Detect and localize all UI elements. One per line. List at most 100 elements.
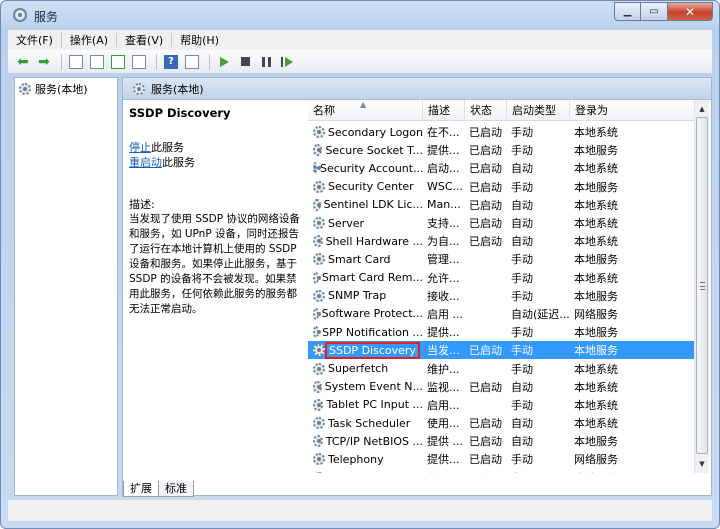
column-description[interactable]: 描述 <box>423 100 465 121</box>
service-rows: Secondary Logon 在不... 已启动 手动 本地系统 Secure Sock… <box>308 123 694 473</box>
service-name: Security Center <box>328 180 414 194</box>
tab-standard[interactable]: 标准 <box>158 481 194 497</box>
tree-item-services-local[interactable]: 服务(本地) <box>19 81 88 97</box>
restart-service-link[interactable]: 重启动 <box>129 156 162 169</box>
service-row[interactable]: Telephony 提供... 已启动 手动 网络服务 <box>308 450 694 468</box>
vertical-scrollbar[interactable]: ▲ ▼ <box>694 100 709 473</box>
service-name: Security Account... <box>320 161 423 175</box>
service-gear-icon <box>313 144 323 157</box>
service-row[interactable]: Superfetch 维护... 手动 本地系统 <box>308 359 694 377</box>
service-gear-icon <box>313 271 321 284</box>
service-row[interactable]: TCP/IP NetBIOS ... 提供 ... 已启动 自动 本地服务 <box>308 432 694 450</box>
service-gear-icon <box>313 198 321 211</box>
service-logon: 本地服务 <box>574 326 618 340</box>
service-name: SNMP Trap <box>328 289 387 303</box>
forward-arrow-icon[interactable]: ➡ <box>35 53 53 71</box>
column-startup-type[interactable]: 启动类型 <box>507 100 570 121</box>
service-name-cell: TCP/IP NetBIOS ... <box>308 435 423 448</box>
service-logon: 本地服务 <box>574 253 618 267</box>
window-controls: ▁ ▭ ✕ <box>614 2 713 21</box>
service-name-cell: Task Scheduler <box>308 417 423 430</box>
console-tree-icon[interactable] <box>67 53 85 71</box>
details-header-label: 服务(本地) <box>151 82 204 96</box>
view-tabs: 扩展 标准 <box>123 479 194 497</box>
service-description: Man... <box>427 198 461 212</box>
column-status[interactable]: 状态 <box>465 100 507 121</box>
maximize-button[interactable]: ▭ <box>641 2 668 21</box>
service-gear-icon <box>313 344 325 357</box>
menu-bar: 文件(F) 操作(A) 查看(V) 帮助(H) <box>8 30 712 50</box>
pause-service-icon[interactable] <box>257 53 275 71</box>
service-row[interactable]: Security Center WSC... 已启动 手动 本地服务 <box>308 178 694 196</box>
stop-service-icon[interactable] <box>236 53 254 71</box>
service-row[interactable]: Secondary Logon 在不... 已启动 手动 本地系统 <box>308 123 694 141</box>
service-gear-icon <box>313 326 322 339</box>
stop-service-link[interactable]: 停止 <box>129 141 151 154</box>
service-name: Themes <box>328 471 372 473</box>
service-row[interactable]: Server 支持... 已启动 自动 本地系统 <box>308 214 694 232</box>
column-logon[interactable]: 登录为 <box>570 100 670 121</box>
service-description: 当发... <box>427 344 460 358</box>
back-arrow-icon[interactable]: ⬅ <box>14 53 32 71</box>
action-pane-icon[interactable] <box>183 53 201 71</box>
service-row[interactable]: Software Protect... 启用 ... 自动(延迟... 网络服务 <box>308 305 694 323</box>
service-name: Sentinel LDK Lic... <box>323 198 423 212</box>
service-row[interactable]: Themes 为用...已启动自动本地系统 <box>308 469 694 473</box>
service-description: WSC... <box>427 180 464 194</box>
scroll-down-arrow-icon[interactable]: ▼ <box>695 456 709 471</box>
service-gear-icon <box>313 380 322 393</box>
tab-extended[interactable]: 扩展 <box>123 481 159 497</box>
properties-icon[interactable] <box>88 53 106 71</box>
service-startup-type: 手动 <box>511 289 533 303</box>
service-row[interactable]: SNMP Trap 接收... 手动 本地服务 <box>308 287 694 305</box>
service-name: Shell Hardware ... <box>325 234 423 248</box>
service-description: 接收... <box>427 289 460 303</box>
service-row[interactable]: Task Scheduler 使用... 已启动 自动 本地系统 <box>308 414 694 432</box>
scroll-up-arrow-icon[interactable]: ▲ <box>695 101 709 116</box>
service-gear-icon <box>313 453 325 466</box>
service-gear-icon <box>313 435 323 448</box>
close-button[interactable]: ✕ <box>668 2 713 21</box>
column-startup-label: 启动类型 <box>512 104 556 117</box>
service-logon: 本地服务 <box>574 435 618 449</box>
service-name-cell: Telephony <box>308 453 423 466</box>
service-gear-icon <box>313 307 321 320</box>
service-status: 已启动 <box>469 344 502 358</box>
scrollbar-grip-icon <box>700 282 705 290</box>
service-row[interactable]: SPP Notification ... 提供... 手动 本地服务 <box>308 323 694 341</box>
service-name-cell: Superfetch <box>308 362 423 375</box>
window-title: 服务 <box>34 10 59 24</box>
menu-file[interactable]: 文件(F) <box>8 32 61 48</box>
column-name[interactable]: ▲ 名称 <box>308 100 423 121</box>
export-list-icon[interactable] <box>130 53 148 71</box>
menu-help[interactable]: 帮助(H) <box>172 32 227 48</box>
menu-view[interactable]: 查看(V) <box>117 32 171 48</box>
service-row[interactable]: Smart Card 管理... 手动 本地服务 <box>308 250 694 268</box>
console-tree: 服务(本地) <box>14 77 118 496</box>
service-row[interactable]: Tablet PC Input ... 启用... 手动 本地系统 <box>308 396 694 414</box>
toolbar-separator <box>156 53 157 70</box>
menu-action[interactable]: 操作(A) <box>62 32 116 48</box>
service-row[interactable]: Secure Socket T... 提供... 已启动 手动 本地服务 <box>308 141 694 159</box>
service-name: Telephony <box>328 452 384 466</box>
service-logon: 本地系统 <box>574 398 618 412</box>
scrollbar-thumb[interactable] <box>696 117 708 454</box>
service-row[interactable]: System Event N... 监视... 已启动 自动 本地系统 <box>308 378 694 396</box>
help-icon[interactable]: ? <box>162 53 180 71</box>
service-status: 已启动 <box>469 235 502 249</box>
service-row[interactable]: Security Account... 启动... 已启动 自动 本地系统 <box>308 159 694 177</box>
service-status: 已启动 <box>469 217 502 231</box>
restart-service-icon[interactable] <box>278 53 296 71</box>
service-row[interactable]: SSDP Discovery 当发... 已启动 手动 本地服务 <box>308 341 694 360</box>
minimize-button[interactable]: ▁ <box>614 2 641 21</box>
title-bar[interactable]: 服务 ▁ ▭ ✕ <box>1 1 719 29</box>
service-row[interactable]: Shell Hardware ... 为自... 已启动 自动 本地系统 <box>308 232 694 250</box>
service-row[interactable]: Sentinel LDK Lic... Man... 已启动 自动 本地系统 <box>308 196 694 214</box>
service-gear-icon <box>313 217 325 230</box>
refresh-icon[interactable] <box>109 53 127 71</box>
service-row[interactable]: Smart Card Rem... 允许... 手动 本地系统 <box>308 269 694 287</box>
start-service-icon[interactable] <box>215 53 233 71</box>
service-gear-icon <box>313 398 324 411</box>
column-logon-label: 登录为 <box>575 104 608 117</box>
service-startup-type: 自动 <box>511 235 533 249</box>
